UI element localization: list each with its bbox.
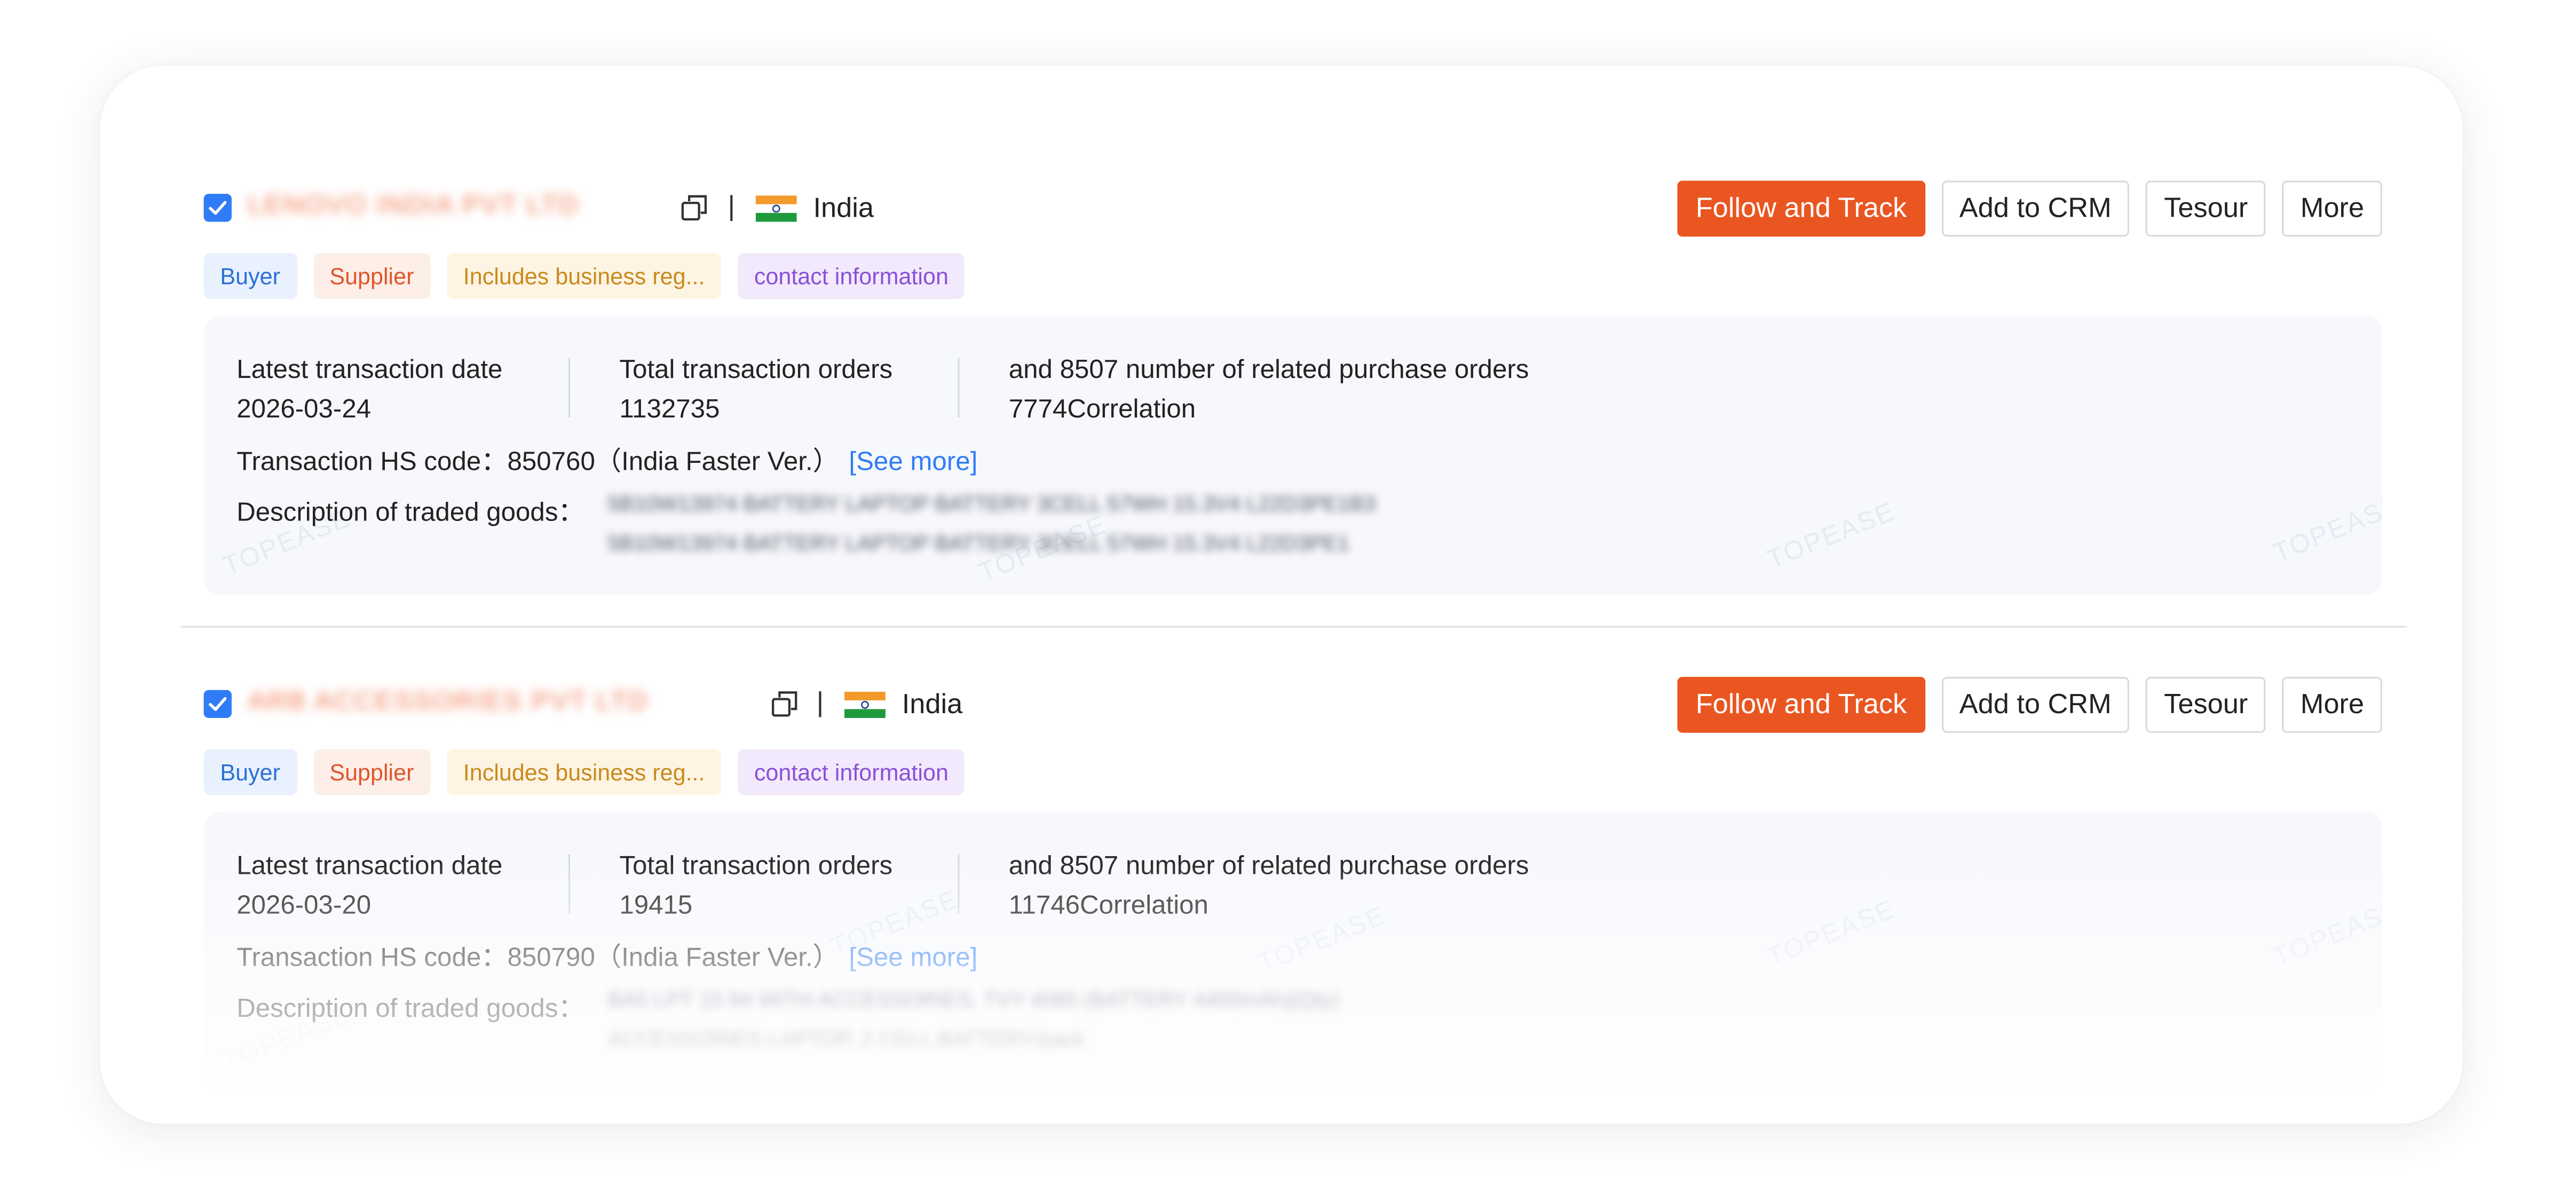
- hs-code-value: 850790: [507, 944, 595, 973]
- related-orders-label: and 8507 number of related purchase orde…: [1008, 356, 1529, 385]
- see-more-link[interactable]: [See more]: [849, 945, 977, 973]
- related-orders-value: 11746Correlation: [1008, 892, 1208, 920]
- latest-transaction-label: Latest transaction date: [236, 852, 503, 881]
- more-button[interactable]: More: [2282, 180, 2382, 237]
- latest-transaction-value: 2026-03-20: [236, 892, 372, 920]
- hs-code-version: （India Faster Ver.）: [595, 944, 839, 973]
- follow-and-track-button[interactable]: Follow and Track: [1677, 180, 1925, 237]
- hs-code-version: （India Faster Ver.）: [595, 448, 839, 477]
- related-orders-stat: and 8507 number of related purchase orde…: [1009, 352, 1529, 431]
- record-actions: Follow and Track Add to CRM Tesour More: [1677, 677, 2382, 733]
- india-flag-icon: [844, 691, 886, 718]
- record-actions: Follow and Track Add to CRM Tesour More: [1677, 180, 2382, 237]
- watermark: TOPEASE: [1764, 896, 1900, 973]
- header-separator: |: [728, 191, 736, 222]
- record-header: LENOVO INDIA PVT LTD | India Follow and …: [203, 180, 2382, 237]
- tesour-button[interactable]: Tesour: [2146, 677, 2266, 733]
- hs-code-row: Transaction HS code：850760（India Faster …: [236, 439, 977, 478]
- total-orders-label: Total transaction orders: [619, 852, 893, 881]
- record-details-panel: TOPEASE TOPEASE TOPEASE TOPEASE TOPEASE …: [203, 811, 2382, 1091]
- checkbox-checked-icon[interactable]: [203, 690, 232, 718]
- country-name: India: [902, 688, 963, 720]
- buyer-tag: Buyer: [203, 252, 297, 299]
- total-orders-stat: Total transaction orders 19415: [619, 848, 892, 927]
- total-orders-label: Total transaction orders: [619, 356, 893, 385]
- supplier-tag: Supplier: [313, 252, 431, 299]
- contact-information-tag: contact information: [738, 252, 965, 299]
- result-record: LENOVO INDIA PVT LTD | India Follow and …: [203, 180, 2382, 595]
- copy-icon[interactable]: [770, 690, 798, 718]
- business-registration-tag: Includes business reg...: [447, 749, 722, 795]
- total-orders-value: 19415: [619, 892, 693, 920]
- india-flag-icon: [755, 195, 797, 222]
- total-orders-stat: Total transaction orders 1132735: [619, 352, 892, 431]
- related-orders-stat: and 8507 number of related purchase orde…: [1009, 848, 1529, 927]
- stat-divider: [568, 358, 570, 417]
- header-separator: |: [816, 686, 824, 718]
- tesour-button[interactable]: Tesour: [2146, 180, 2266, 237]
- record-tags: Buyer Supplier Includes business reg... …: [203, 252, 2382, 299]
- buyer-tag: Buyer: [203, 749, 297, 795]
- hs-code-value: 850760: [507, 448, 595, 477]
- see-more-link[interactable]: [See more]: [849, 448, 977, 476]
- follow-and-track-button[interactable]: Follow and Track: [1677, 677, 1925, 733]
- stat-divider: [958, 854, 960, 914]
- record-details-panel: TOPEASE TOPEASE TOPEASE TOPEASE Latest t…: [203, 315, 2382, 595]
- company-name-link[interactable]: ARB ACCESSORIES PVT LTD: [248, 689, 749, 718]
- goods-description-line: 5B10W13974 BATTERY LAPTOP BATTERY 3CELL …: [607, 491, 1376, 516]
- stat-divider: [958, 358, 960, 417]
- latest-transaction-label: Latest transaction date: [236, 356, 503, 385]
- results-card: LENOVO INDIA PVT LTD | India Follow and …: [100, 66, 2463, 1124]
- country-name: India: [813, 192, 874, 224]
- hs-code-label: Transaction HS code：: [236, 944, 508, 973]
- stat-divider: [568, 854, 570, 914]
- related-orders-label: and 8507 number of related purchase orde…: [1008, 852, 1529, 881]
- record-header: ARB ACCESSORIES PVT LTD | India Follow a…: [203, 677, 2382, 733]
- company-name-link[interactable]: LENOVO INDIA PVT LTD: [248, 192, 659, 222]
- supplier-tag: Supplier: [313, 749, 431, 795]
- goods-description-text: BA5 LPT 10 94 WITH ACCESSORIES, TVY 4060…: [608, 981, 1626, 1060]
- latest-transaction-stat: Latest transaction date 2026-03-20: [236, 848, 502, 927]
- business-registration-tag: Includes business reg...: [447, 252, 722, 299]
- hs-code-label: Transaction HS code：: [236, 448, 508, 477]
- hs-code-row: Transaction HS code：850790（India Faster …: [236, 935, 977, 974]
- page: LENOVO INDIA PVT LTD | India Follow and …: [0, 0, 2576, 1200]
- watermark: TOPEASE: [1764, 498, 1900, 575]
- goods-description-label: Description of traded goods：: [236, 499, 584, 527]
- copy-icon[interactable]: [680, 194, 708, 222]
- watermark: TOPEASE: [2270, 896, 2382, 973]
- goods-description-label: Description of traded goods：: [236, 996, 584, 1024]
- goods-description-line: BA5 LPT 10 94 WITH ACCESSORIES, TVY 4060…: [607, 987, 1339, 1012]
- goods-description-line: ACCESSORIES LAPTOP, 2 CELL BATTERY/pack: [607, 1027, 1085, 1052]
- result-record: ARB ACCESSORIES PVT LTD | India Follow a…: [203, 677, 2382, 1091]
- latest-transaction-value: 2026-03-24: [236, 396, 372, 424]
- record-tags: Buyer Supplier Includes business reg... …: [203, 749, 2382, 795]
- latest-transaction-stat: Latest transaction date 2026-03-24: [236, 352, 502, 431]
- goods-description-line: 5B10W13974 BATTERY LAPTOP BATTERY 3CELL …: [607, 531, 1350, 556]
- record-divider: [180, 626, 2407, 628]
- total-orders-value: 1132735: [619, 396, 720, 424]
- watermark: TOPEASE: [2270, 492, 2382, 569]
- checkbox-checked-icon[interactable]: [203, 194, 232, 222]
- add-to-crm-button[interactable]: Add to CRM: [1941, 677, 2130, 733]
- contact-information-tag: contact information: [738, 749, 965, 795]
- related-orders-value: 7774Correlation: [1008, 396, 1196, 424]
- add-to-crm-button[interactable]: Add to CRM: [1941, 180, 2130, 237]
- more-button[interactable]: More: [2282, 677, 2382, 733]
- goods-description-text: 5B10W13974 BATTERY LAPTOP BATTERY 3CELL …: [608, 485, 1626, 564]
